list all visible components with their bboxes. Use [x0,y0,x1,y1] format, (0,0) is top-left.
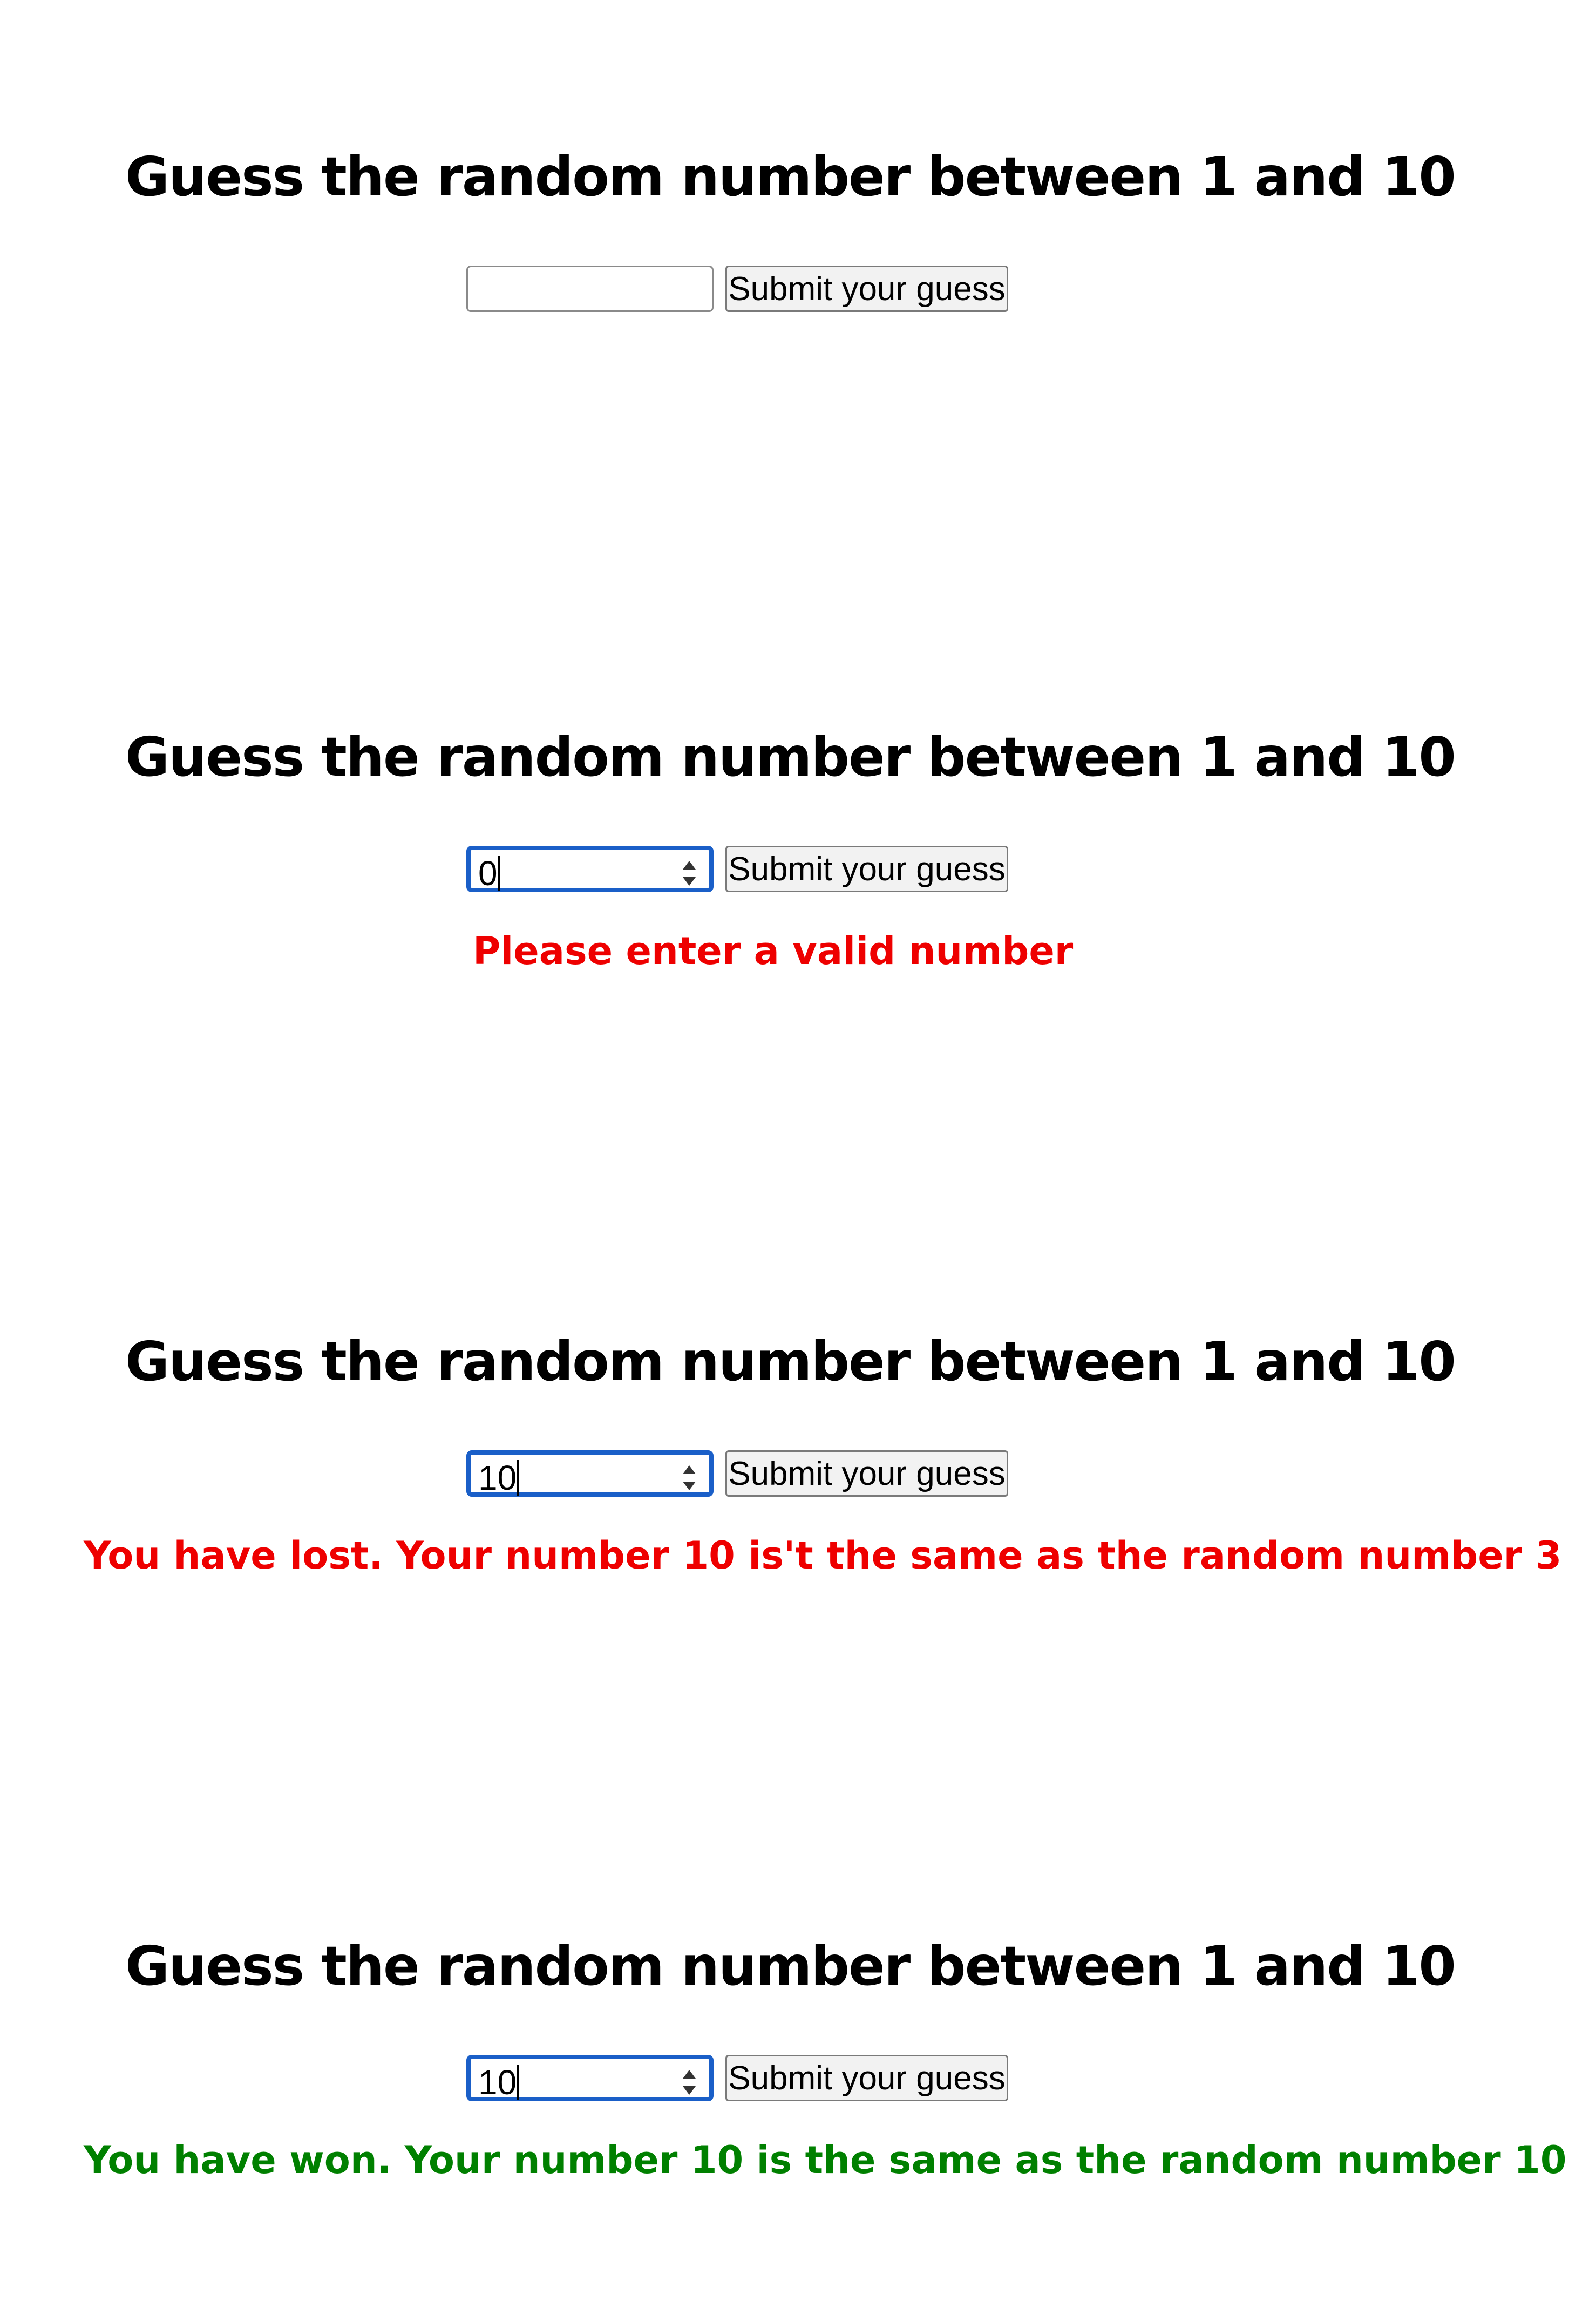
input-value-text: 10 [478,1458,517,1497]
input-value-text: 0 [478,854,498,893]
guess-panel-won: Guess the random number between 1 and 10… [0,1789,1596,2322]
won-message: You have won. Your number 10 is the same… [84,2138,1567,2182]
guess-number-input[interactable]: 10 [466,2055,714,2102]
number-stepper-icon[interactable] [680,860,698,887]
text-caret [498,856,500,891]
text-caret [517,2065,520,2100]
stepper-up-icon[interactable] [683,2070,696,2079]
number-stepper-icon[interactable] [680,1464,698,1491]
text-caret [517,1460,520,1496]
input-value: 10 [478,2062,520,2102]
page: Guess the random number between 1 and 10… [0,0,1596,2322]
number-stepper-icon[interactable] [680,2069,698,2096]
submit-guess-button[interactable]: Submit your guess [725,2055,1008,2101]
stepper-up-icon[interactable] [683,861,696,870]
submit-guess-button[interactable]: Submit your guess [725,1450,1008,1497]
stepper-down-icon[interactable] [683,2086,696,2095]
error-message: Please enter a valid number [473,929,1074,973]
stepper-up-icon[interactable] [683,1465,696,1474]
page-title: Guess the random number between 1 and 10 [125,1330,1456,1393]
page-title: Guess the random number between 1 and 10 [125,145,1456,208]
stepper-down-icon[interactable] [683,1482,696,1490]
input-value: 10 [478,1458,520,1498]
lost-message: You have lost. Your number 10 is't the s… [84,1533,1562,1578]
page-title: Guess the random number between 1 and 10 [125,725,1456,789]
guess-input[interactable] [466,266,714,312]
guess-panel-lost: Guess the random number between 1 and 10… [0,1185,1596,1724]
submit-guess-button[interactable]: Submit your guess [725,846,1008,892]
submit-guess-button[interactable]: Submit your guess [725,266,1008,312]
guess-panel-invalid: Guess the random number between 1 and 10… [0,580,1596,1120]
guess-panel-initial: Guess the random number between 1 and 10… [0,0,1596,540]
page-title: Guess the random number between 1 and 10 [125,1934,1456,1998]
input-value: 0 [478,853,500,893]
guess-number-input[interactable]: 0 [466,846,714,893]
stepper-down-icon[interactable] [683,877,696,886]
input-value-text: 10 [478,2063,517,2102]
guess-number-input[interactable]: 10 [466,1450,714,1497]
